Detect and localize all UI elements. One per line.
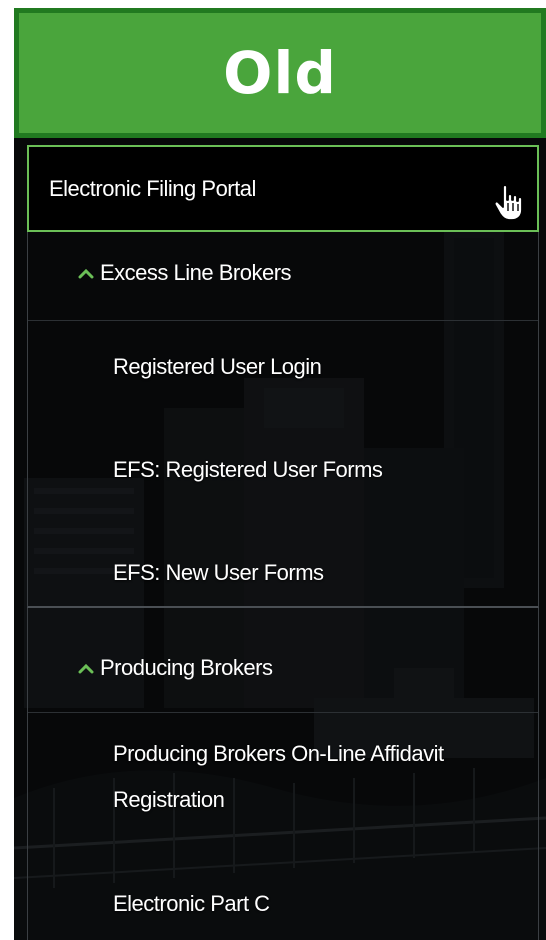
producing-brokers-section: Producing Brokers Producing Brokers On-L… <box>27 608 539 940</box>
section-title: Producing Brokers <box>100 655 273 680</box>
electronic-part-c-link[interactable]: Electronic Part C <box>113 881 513 927</box>
efs-new-user-forms-link[interactable]: EFS: New User Forms <box>113 550 513 596</box>
menu-panel: Old Electronic Filing Portal Excess Line… <box>14 8 546 940</box>
old-banner: Old <box>14 8 546 138</box>
electronic-filing-portal-toggle[interactable]: Electronic Filing Portal <box>27 145 539 232</box>
producing-brokers-affidavit-registration-link[interactable]: Producing Brokers On-Line Affidavit Regi… <box>113 731 513 823</box>
banner-label: Old <box>223 39 337 107</box>
section-divider <box>28 320 538 321</box>
efs-registered-user-forms-link[interactable]: EFS: Registered User Forms <box>113 447 513 493</box>
hand-pointer-icon <box>493 184 523 221</box>
excess-line-brokers-section: Excess Line Brokers Registered User Logi… <box>27 232 539 608</box>
section-title: Excess Line Brokers <box>100 260 292 285</box>
chevron-up-icon <box>78 663 94 674</box>
excess-line-brokers-toggle[interactable]: Excess Line Brokers <box>78 260 292 286</box>
registered-user-login-link[interactable]: Registered User Login <box>113 344 513 390</box>
portal-title: Electronic Filing Portal <box>49 175 256 201</box>
chevron-up-icon <box>78 268 94 279</box>
section-divider <box>28 712 538 713</box>
producing-brokers-toggle[interactable]: Producing Brokers <box>78 655 273 681</box>
